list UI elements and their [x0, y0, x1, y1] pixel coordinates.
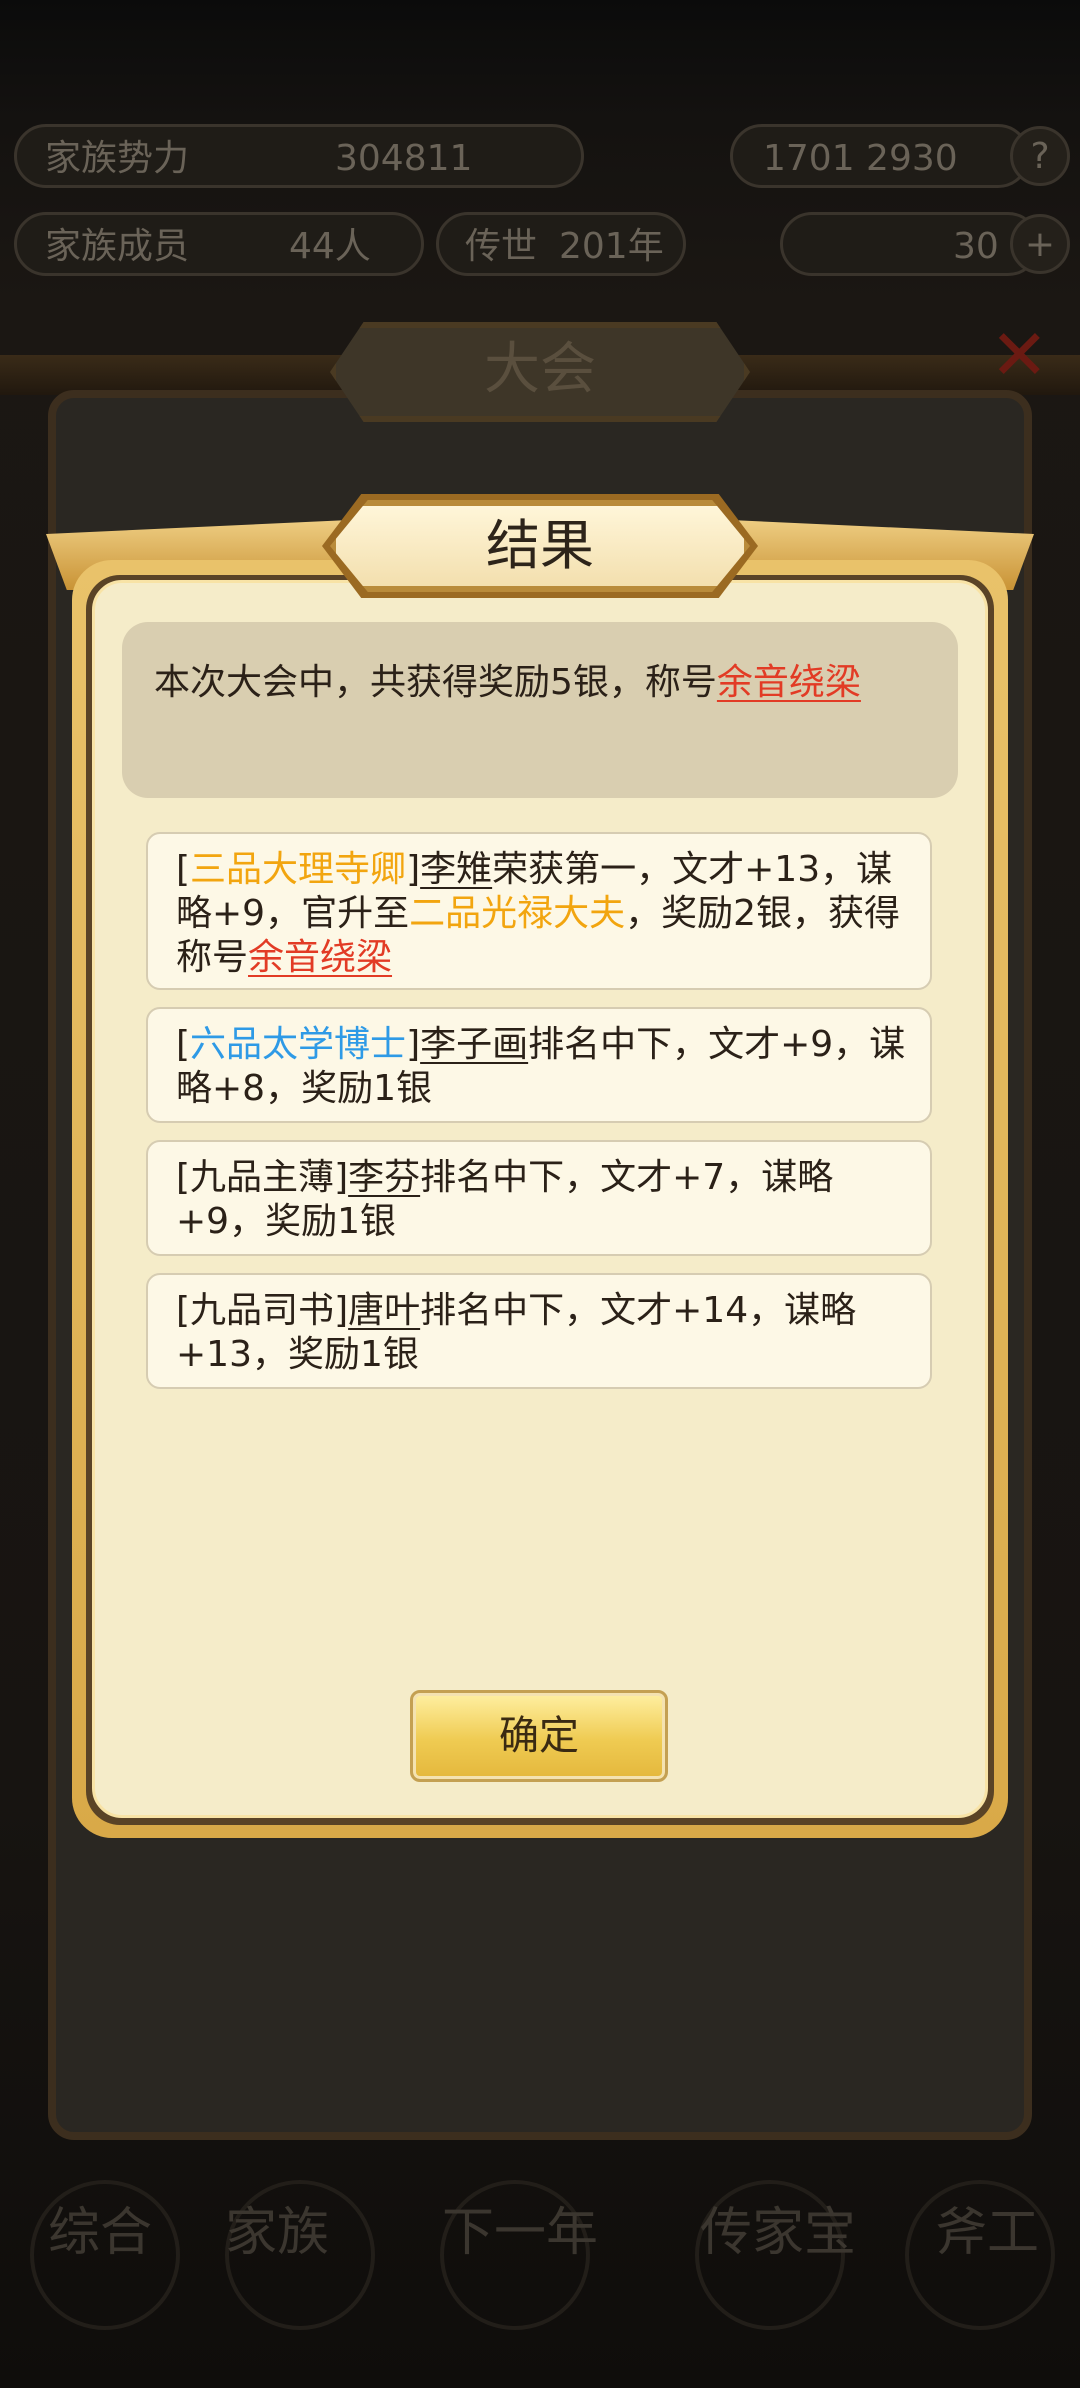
entry-rank: 九品司书: [190, 1290, 335, 1331]
members-stat: 家族成员 44人: [14, 212, 424, 276]
family-power-label: 家族势力: [45, 138, 190, 179]
generation-label: 传世: [465, 226, 538, 267]
generation-value: 201年: [559, 226, 664, 267]
nav-craft[interactable]: 斧工: [935, 2190, 1039, 2265]
dialog-title: 结果: [486, 514, 594, 577]
currency-value: 1701 2930: [763, 138, 958, 179]
members-label: 家族成员: [45, 226, 190, 267]
entry-name[interactable]: 唐叶: [348, 1290, 420, 1331]
result-summary: 本次大会中，共获得奖励5银，称号余音绕梁: [122, 622, 958, 798]
entry-name[interactable]: 李子画: [420, 1024, 528, 1065]
entry-rank: 六品太学博士: [190, 1024, 407, 1065]
result-entry: [六品太学博士]李子画排名中下，文才+9，谋略+8，奖励1银: [146, 1007, 932, 1123]
entry-title-link[interactable]: 余音绕梁: [248, 937, 392, 978]
help-icon[interactable]: ?: [1010, 126, 1070, 186]
result-entry: [三品大理寺卿]李雉荣获第一，文才+13，谋略+9，官升至二品光禄大夫，奖励2银…: [146, 832, 932, 990]
result-entry: [九品司书]唐叶排名中下，文才+14，谋略+13，奖励1银: [146, 1273, 932, 1389]
nav-family[interactable]: 家族: [225, 2190, 329, 2265]
family-power-value: 304811: [335, 138, 473, 179]
nav-next-year[interactable]: 下一年: [442, 2190, 598, 2265]
summary-text: 本次大会中，共获得奖励5银，称号: [154, 662, 717, 703]
nav-general[interactable]: 综合: [48, 2190, 152, 2265]
currency-stat: 1701 2930: [730, 124, 1030, 188]
members-value: 44人: [289, 226, 371, 267]
entry-name[interactable]: 李雉: [420, 849, 492, 890]
entry-rank: 三品大理寺卿: [190, 849, 407, 890]
generation-stat: 传世 201年: [436, 212, 686, 276]
add-icon[interactable]: +: [1010, 214, 1070, 274]
confirm-button[interactable]: 确定: [410, 1690, 668, 1782]
close-icon[interactable]: ✕: [990, 320, 1060, 390]
result-entry: [九品主薄]李芬排名中下，文才+7，谋略+9，奖励1银: [146, 1140, 932, 1256]
resource-value: 30: [953, 226, 999, 267]
entry-name[interactable]: 李芬: [348, 1157, 420, 1198]
resource-stat: 30: [780, 212, 1040, 276]
entry-promotion: 二品光禄大夫: [409, 893, 626, 934]
family-power-stat: 家族势力 304811: [14, 124, 584, 188]
nav-heirloom[interactable]: 传家宝: [700, 2190, 856, 2265]
assembly-title: 大会: [484, 337, 596, 402]
summary-title-link[interactable]: 余音绕梁: [717, 662, 861, 703]
entry-rank: 九品主薄: [190, 1157, 335, 1198]
